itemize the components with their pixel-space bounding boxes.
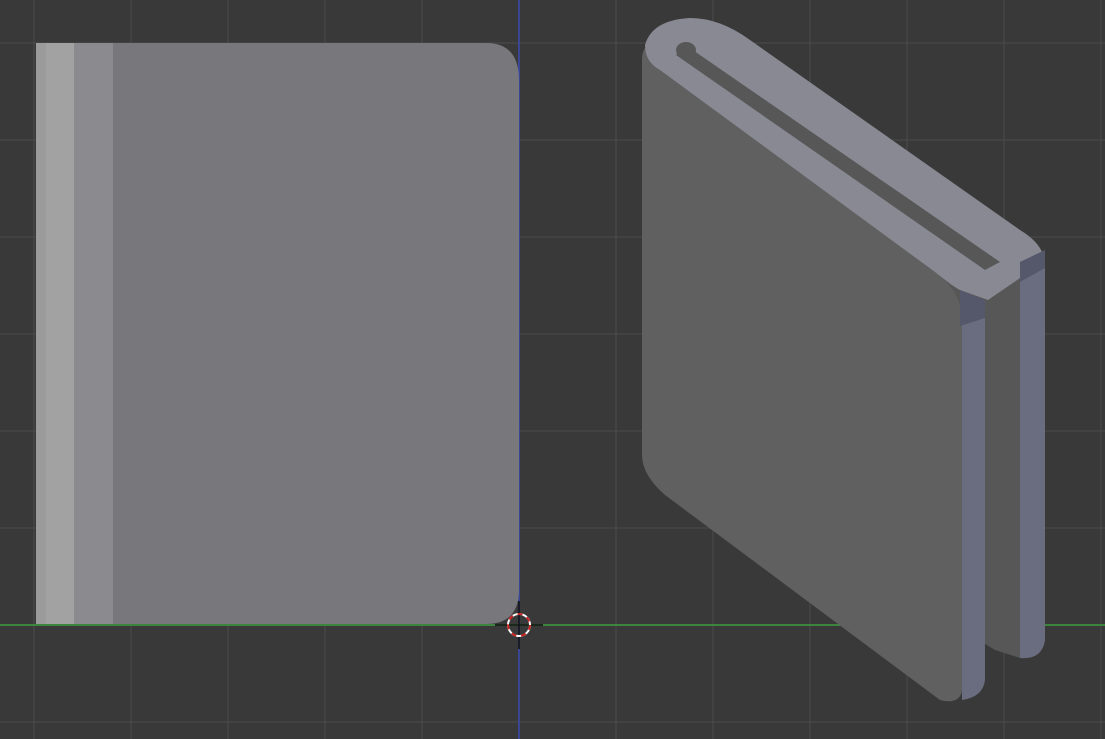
left-slab-spine-mid	[74, 43, 113, 624]
right-slab-object[interactable]	[642, 18, 1045, 702]
slab-slot-hole	[676, 42, 696, 58]
left-slab-spine-light	[46, 43, 74, 624]
front-slab-edge	[960, 290, 985, 700]
left-slab-object[interactable]	[36, 43, 519, 624]
scene-canvas[interactable]	[0, 0, 1105, 739]
left-slab-spine-outer	[36, 43, 46, 624]
back-slab-edge	[1020, 250, 1045, 659]
3d-viewport[interactable]	[0, 0, 1105, 739]
